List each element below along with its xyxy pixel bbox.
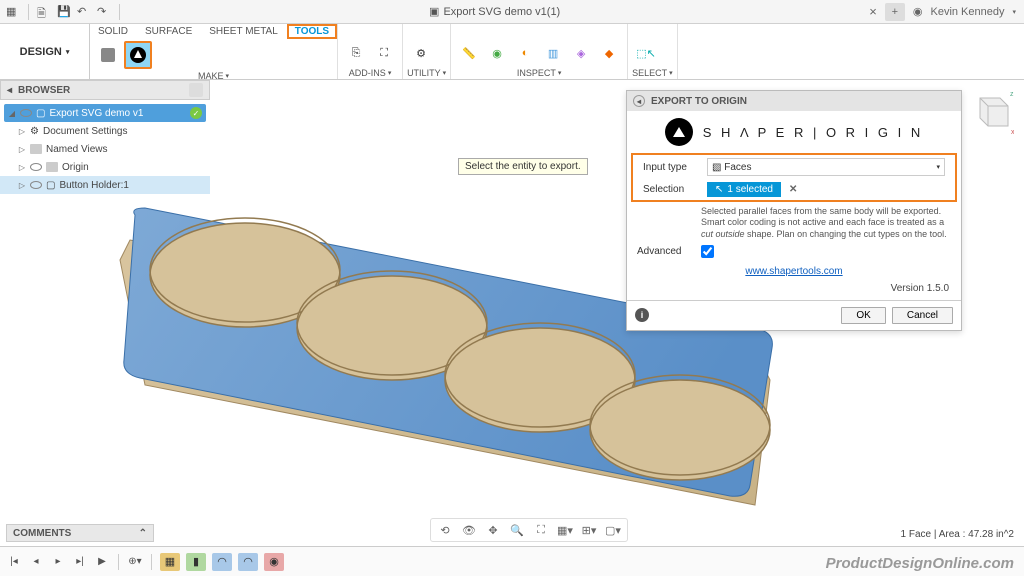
- nav-toolbar: ⟲ 👁 ✥ 🔍 ⛶ ▦▾ ⊞▾ ▢▾: [430, 518, 628, 542]
- browser-panel: ◂ BROWSER ◢ ▢ Export SVG demo v1 ✓ ▷⚙ Do…: [0, 80, 210, 198]
- group-inspect[interactable]: INSPECT▾: [451, 67, 627, 79]
- timeline-start-icon[interactable]: |◂: [6, 554, 22, 570]
- ribbon: DESIGN▾ SOLID SURFACE SHEET METAL TOOLS …: [0, 24, 1024, 80]
- apps-grid-icon[interactable]: ▦: [6, 5, 20, 19]
- document-title: ▣ Export SVG demo v1(1): [128, 5, 861, 18]
- input-type-row: Input type ▧ Faces ▾: [633, 155, 955, 179]
- description-text: Selected parallel faces from the same bo…: [627, 202, 961, 242]
- print-3d-icon[interactable]: [96, 43, 120, 67]
- display-icon[interactable]: ▦▾: [555, 521, 575, 539]
- selection-row: Selection ↖ 1 selected ✕: [633, 179, 955, 200]
- extensions-icon[interactable]: ◉: [913, 5, 923, 18]
- viewcube[interactable]: z x: [966, 88, 1014, 136]
- pan-icon[interactable]: ✥: [483, 521, 503, 539]
- timeline-fwd-icon[interactable]: ▸: [50, 554, 66, 570]
- redo-icon[interactable]: ↷: [97, 5, 111, 19]
- timeline-end-icon[interactable]: ▸|: [72, 554, 88, 570]
- tab-tools[interactable]: TOOLS: [287, 24, 337, 39]
- faces-icon: ▧: [712, 162, 721, 173]
- user-name[interactable]: Kevin Kennedy: [930, 6, 1004, 18]
- timeline: |◂ ◂ ▸ ▸| ▶ ⊕▾ ▦ ▮ ◠ ◠ ◉: [0, 546, 1024, 576]
- component-color-icon[interactable]: ◆: [597, 41, 621, 65]
- version-text: Version 1.5.0: [627, 281, 961, 300]
- selection-chip[interactable]: ↖ 1 selected: [707, 182, 781, 197]
- measure-icon[interactable]: 📏: [457, 41, 481, 65]
- status-bar: 1 Face | Area : 47.28 in^2: [901, 529, 1014, 540]
- titlebar: ▦ 🗎 💾 ↶ ↷ ▣ Export SVG demo v1(1) × + ◉ …: [0, 0, 1024, 24]
- section-icon[interactable]: ▥: [541, 41, 565, 65]
- close-tab-icon[interactable]: ×: [869, 4, 877, 19]
- tree-item-button-holder[interactable]: ▷ ▢ Button Holder:1: [0, 176, 210, 194]
- feature-fillet-icon[interactable]: ◠: [212, 553, 232, 571]
- select-icon[interactable]: ⬚↖: [634, 41, 658, 65]
- cancel-button[interactable]: Cancel: [892, 307, 953, 324]
- group-select[interactable]: SELECT▾: [628, 67, 677, 79]
- new-tab-button[interactable]: +: [885, 3, 905, 21]
- gear-icon: ⚙: [30, 126, 39, 137]
- svg-text:z: z: [1010, 91, 1014, 98]
- ok-button[interactable]: OK: [841, 307, 885, 324]
- feature-fillet2-icon[interactable]: ◠: [238, 553, 258, 571]
- visibility-icon[interactable]: [30, 181, 42, 189]
- shaper-export-icon[interactable]: [124, 41, 152, 69]
- folder-icon: [30, 144, 42, 154]
- tree-item-doc-settings[interactable]: ▷⚙ Document Settings: [0, 122, 210, 140]
- group-utility[interactable]: UTILITY▾: [403, 67, 450, 79]
- timeline-settings-icon[interactable]: ⊕▾: [127, 554, 143, 570]
- shaper-link[interactable]: www.shapertools.com: [627, 261, 961, 281]
- timeline-back-icon[interactable]: ◂: [28, 554, 44, 570]
- folder-icon: [46, 162, 58, 172]
- advanced-row: Advanced: [627, 242, 961, 261]
- panel-header[interactable]: ◂ EXPORT TO ORIGIN: [627, 91, 961, 111]
- component-icon: ▢: [36, 108, 45, 119]
- export-panel: ◂ EXPORT TO ORIGIN S H Λ P E R | O R I G…: [626, 90, 962, 331]
- info-icon[interactable]: i: [635, 308, 649, 322]
- feature-combine-icon[interactable]: ◉: [264, 553, 284, 571]
- chevron-down-icon: ▾: [936, 163, 940, 171]
- active-check-icon[interactable]: ✓: [190, 107, 202, 119]
- center-mass-icon[interactable]: ◈: [569, 41, 593, 65]
- zoom-icon[interactable]: 🔍: [507, 521, 527, 539]
- visibility-icon[interactable]: [20, 109, 32, 117]
- viewport-icon[interactable]: ▢▾: [603, 521, 623, 539]
- tab-surface[interactable]: SURFACE: [137, 24, 201, 39]
- visibility-icon[interactable]: [30, 163, 42, 171]
- browser-header[interactable]: ◂ BROWSER: [0, 80, 210, 100]
- feature-sketch-icon[interactable]: ▦: [160, 553, 180, 571]
- fusion-icon: ▣: [429, 5, 439, 18]
- prompt-tooltip: Select the entity to export.: [458, 158, 588, 175]
- scripts-icon[interactable]: ⎘: [344, 41, 368, 65]
- collapse-icon[interactable]: ◂: [7, 85, 12, 96]
- shaper-logo: S H Λ P E R | O R I G I N: [627, 111, 961, 153]
- grid-icon[interactable]: ⊞▾: [579, 521, 599, 539]
- tab-sheet-metal[interactable]: SHEET METAL: [201, 24, 287, 39]
- tree-root[interactable]: ◢ ▢ Export SVG demo v1 ✓: [4, 104, 206, 122]
- feature-extrude-icon[interactable]: ▮: [186, 553, 206, 571]
- clear-selection-icon[interactable]: ✕: [789, 184, 797, 195]
- orbit-icon[interactable]: ⟲: [435, 521, 455, 539]
- tab-solid[interactable]: SOLID: [90, 24, 137, 39]
- collapse-icon[interactable]: ◂: [633, 95, 645, 107]
- component-icon: ▢: [46, 180, 55, 191]
- undo-icon[interactable]: ↶: [77, 5, 91, 19]
- save-icon[interactable]: 💾: [57, 5, 71, 19]
- group-addins[interactable]: ADD-INS▾: [338, 67, 402, 79]
- tree-item-origin[interactable]: ▷ Origin: [0, 158, 210, 176]
- fit-icon[interactable]: ⛶: [531, 521, 551, 539]
- curvature-icon[interactable]: ◐: [513, 41, 537, 65]
- file-icon[interactable]: 🗎: [37, 5, 51, 19]
- input-type-select[interactable]: ▧ Faces ▾: [707, 158, 945, 176]
- interference-icon[interactable]: ◉: [485, 41, 509, 65]
- tree-item-named-views[interactable]: ▷ Named Views: [0, 140, 210, 158]
- utility-icon[interactable]: ⚙: [409, 41, 433, 65]
- comments-header[interactable]: COMMENTS⌃: [6, 524, 154, 542]
- workspace-switcher[interactable]: DESIGN▾: [0, 24, 90, 79]
- store-icon[interactable]: ⛶: [372, 41, 396, 65]
- timeline-play-icon[interactable]: ▶: [94, 554, 110, 570]
- look-icon[interactable]: 👁: [459, 521, 479, 539]
- chevron-down-icon[interactable]: ▾: [1012, 8, 1016, 16]
- svg-text:x: x: [1011, 129, 1014, 136]
- advanced-checkbox[interactable]: [701, 245, 714, 258]
